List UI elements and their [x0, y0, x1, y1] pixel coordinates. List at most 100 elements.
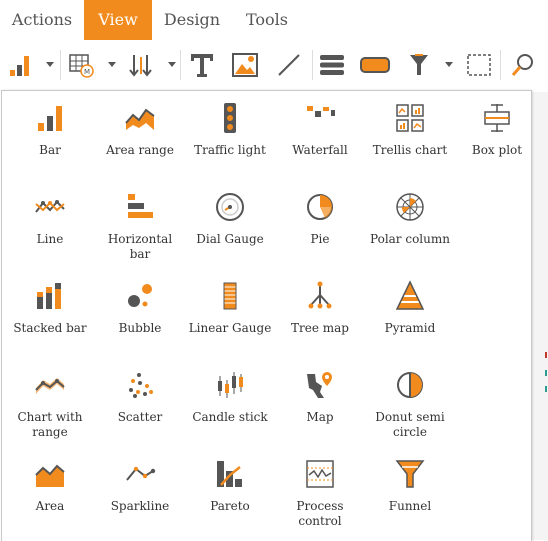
- dropdown-caret-icon[interactable]: [168, 62, 176, 67]
- chart-type-bar[interactable]: Bar: [7, 101, 93, 158]
- chart-type-label: Polar column: [370, 232, 450, 246]
- tab-view[interactable]: View: [84, 0, 152, 40]
- chart-type-line[interactable]: Line: [7, 190, 93, 247]
- chart-type-label: Stacked bar: [13, 321, 87, 335]
- sparkline-icon: [126, 466, 156, 481]
- toolbar: M: [0, 40, 548, 92]
- chart-type-pareto[interactable]: Pareto: [187, 457, 273, 514]
- chart-type-label: Scatter: [117, 410, 163, 424]
- chart-type-funnel[interactable]: Funnel: [367, 457, 453, 514]
- chart-type-label: Bar: [39, 143, 61, 157]
- chart-type-area[interactable]: Area: [7, 457, 93, 514]
- chart-type-tree-map[interactable]: Tree map: [277, 279, 363, 336]
- waterfall-icon: [307, 106, 335, 117]
- chart-type-label: Pyramid: [384, 321, 436, 335]
- chart-type-candle-stick[interactable]: Candle stick: [187, 368, 273, 425]
- rounded-rect-icon[interactable]: [360, 50, 390, 80]
- chart-type-box-plot[interactable]: Box plot: [454, 101, 540, 158]
- stack-icon[interactable]: [317, 50, 347, 80]
- chart-type-pie[interactable]: Pie: [277, 190, 363, 247]
- line-icon[interactable]: [274, 50, 304, 80]
- chart-type-polar-column[interactable]: Polar column: [367, 190, 453, 247]
- horizontal-bar-icon: [128, 194, 153, 218]
- chart-type-dropdown: Bar Area range Traffic light Waterfall T…: [1, 90, 532, 541]
- linear-gauge-icon: [223, 282, 237, 310]
- grid-map-icon[interactable]: M: [66, 50, 96, 80]
- chart-type-label: Candle stick: [192, 410, 268, 424]
- background-mark: [545, 352, 547, 358]
- chart-type-label: Bubble: [118, 321, 162, 335]
- tree-map-icon: [308, 281, 332, 309]
- pie-chart-icon: [307, 194, 333, 220]
- area-range-icon: [125, 108, 155, 130]
- chart-type-icon[interactable]: [6, 50, 36, 80]
- chart-type-waterfall[interactable]: Waterfall: [277, 101, 363, 158]
- chart-type-chart-with-range[interactable]: Chart with range: [7, 368, 93, 440]
- chart-type-horizontal-bar[interactable]: Horizontal bar: [97, 190, 183, 262]
- chart-type-label: Dial Gauge: [196, 232, 264, 246]
- dropdown-caret-icon[interactable]: [46, 62, 54, 67]
- menu-bar: Actions View Design Tools: [0, 0, 548, 40]
- stacked-bar-icon: [37, 283, 61, 309]
- chart-type-scatter[interactable]: Scatter: [97, 368, 183, 425]
- donut-semi-circle-icon: [397, 372, 423, 398]
- chart-type-dial-gauge[interactable]: Dial Gauge: [187, 190, 273, 247]
- chart-type-map[interactable]: Map: [277, 368, 363, 425]
- chart-type-label: Area: [35, 499, 65, 513]
- chart-type-label: Area range: [106, 143, 174, 157]
- process-control-icon: [306, 460, 334, 488]
- toolbar-separator: [312, 50, 313, 80]
- chart-type-pyramid[interactable]: Pyramid: [367, 279, 453, 336]
- chart-type-bubble[interactable]: Bubble: [97, 279, 183, 336]
- background-strip: [531, 92, 548, 540]
- image-icon[interactable]: [230, 50, 260, 80]
- chart-type-trellis[interactable]: Trellis chart: [367, 101, 453, 158]
- tab-actions[interactable]: Actions: [0, 0, 84, 40]
- chart-type-stacked-bar[interactable]: Stacked bar: [7, 279, 93, 336]
- chart-type-traffic-light[interactable]: Traffic light: [187, 101, 273, 158]
- text-icon[interactable]: [187, 50, 217, 80]
- select-region-icon[interactable]: [464, 50, 494, 80]
- chart-type-label: Trellis chart: [372, 143, 448, 157]
- dropdown-caret-icon[interactable]: [108, 62, 116, 67]
- zoom-icon[interactable]: [508, 50, 538, 80]
- bubble-icon: [128, 284, 152, 307]
- toolbar-separator: [60, 50, 61, 80]
- pareto-icon: [217, 461, 242, 487]
- chart-type-label: Traffic light: [194, 143, 266, 157]
- chart-type-label: Tree map: [291, 321, 349, 335]
- tab-tools[interactable]: Tools: [232, 0, 302, 40]
- chart-type-label: Process control: [296, 499, 344, 528]
- bar-chart-icon: [38, 106, 62, 131]
- box-plot-icon: [484, 104, 510, 132]
- trellis-chart-icon: [396, 104, 424, 132]
- dropdown-caret-icon[interactable]: [445, 62, 453, 67]
- svg-text:M: M: [84, 68, 90, 76]
- area-chart-icon: [35, 464, 65, 487]
- funnel-filter-icon[interactable]: [404, 50, 434, 80]
- funnel-icon: [395, 460, 425, 488]
- toolbar-separator: [180, 50, 181, 80]
- chart-type-process-control[interactable]: Process control: [277, 457, 363, 529]
- line-chart-icon: [35, 200, 65, 213]
- polar-column-icon: [396, 193, 424, 221]
- map-icon: [307, 372, 332, 398]
- pyramid-icon: [395, 280, 425, 310]
- chart-type-sparkline[interactable]: Sparkline: [97, 457, 183, 514]
- candle-stick-icon: [218, 372, 243, 398]
- toolbar-separator: [500, 50, 501, 80]
- chart-type-label: Map: [306, 410, 334, 424]
- chart-with-range-icon: [35, 378, 65, 394]
- chart-type-label: Waterfall: [292, 143, 348, 157]
- traffic-light-icon: [224, 103, 236, 133]
- chart-type-linear-gauge[interactable]: Linear Gauge: [187, 279, 273, 336]
- chart-type-label: Horizontal bar: [107, 232, 173, 261]
- sort-icon[interactable]: [126, 50, 156, 80]
- chart-type-label: Linear Gauge: [188, 321, 272, 335]
- tab-design[interactable]: Design: [152, 0, 232, 40]
- chart-type-donut-semi-circle[interactable]: Donut semi circle: [367, 368, 453, 440]
- chart-type-label: Sparkline: [110, 499, 170, 513]
- chart-type-label: Chart with range: [17, 410, 83, 439]
- chart-type-area-range[interactable]: Area range: [97, 101, 183, 158]
- scatter-icon: [129, 373, 153, 398]
